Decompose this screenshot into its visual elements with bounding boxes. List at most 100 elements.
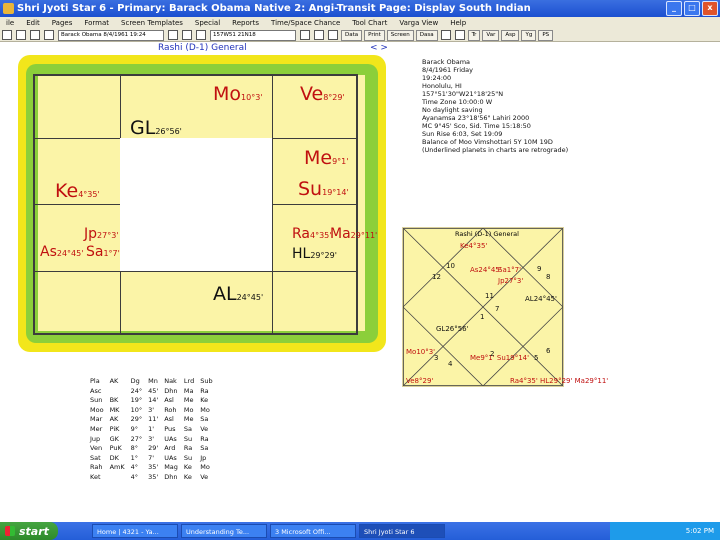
north-indian-chart[interactable] — [402, 227, 564, 387]
cell: Dhn — [164, 472, 178, 481]
menu-format[interactable]: Format — [84, 19, 109, 27]
small-planets-me-su: Me9°1' Su19°14' — [470, 354, 530, 362]
planet-mo: Mo10°3' — [213, 83, 263, 105]
cell: Ke — [183, 463, 192, 472]
table-row: Sat DK 1° 7' UAs Su Jp — [90, 454, 219, 464]
data-button[interactable]: Data — [341, 29, 363, 41]
grid-icon[interactable] — [328, 30, 338, 40]
maximize-button[interactable]: □ — [684, 1, 700, 16]
cell: Su — [183, 434, 193, 443]
start-button[interactable]: start — [0, 522, 58, 540]
app-icon — [3, 3, 14, 14]
menu-screen-templates[interactable]: Screen Templates — [121, 19, 183, 27]
house-number: 9 — [537, 265, 542, 273]
previous-icon[interactable] — [168, 30, 178, 40]
task-understanding[interactable]: Understanding Te... — [181, 524, 267, 538]
screen-button[interactable]: Screen — [386, 29, 414, 41]
dasa-button[interactable]: Dasa — [415, 29, 438, 41]
col-minute: Mn — [148, 377, 158, 385]
print-button[interactable]: Print — [364, 29, 385, 41]
menu-time-space[interactable]: Time/Space Chance — [271, 19, 340, 27]
cell: DK — [109, 453, 119, 462]
small-planet-sa: Sa1°7' — [498, 266, 522, 274]
copy-icon[interactable] — [44, 30, 54, 40]
small-planets-ra-hl-ma: Ra4°35' HL29°29' Ma29°11' — [510, 377, 609, 385]
yoga-button[interactable]: Yg — [521, 29, 537, 41]
cell: Mar — [90, 415, 103, 424]
task-list: Home | 4321 - Ya... Understanding Te... … — [92, 524, 448, 538]
dasa-balance: Balance of Moo Vimshottari 5Y 10M 19D — [422, 138, 553, 146]
planet-su: Su19°14' — [298, 178, 349, 200]
cell: Sun — [90, 396, 103, 405]
table-row: Mar AK 29° 11' Asl Me Sa — [90, 415, 219, 425]
open-chart-icon[interactable] — [16, 30, 26, 40]
start-label: start — [19, 524, 49, 538]
planet-details-table: Pla AK Dg Mn Nak Lrd Sub Asc 24° 45' Dhn Ma R… — [90, 377, 219, 483]
house-number: 6 — [546, 347, 551, 355]
cell: UAs — [164, 434, 177, 443]
task-browser[interactable]: Home | 4321 - Ya... — [92, 524, 178, 538]
menu-varga-view[interactable]: Varga View — [399, 19, 438, 27]
menu-edit[interactable]: Edit — [26, 19, 40, 27]
cell: AmK — [109, 463, 125, 472]
small-planet-jp: Jp27°3' — [498, 277, 524, 285]
task-office[interactable]: 3 Microsoft Offi... — [270, 524, 356, 538]
cell: 29° — [130, 415, 143, 424]
menu-pages[interactable]: Pages — [52, 19, 73, 27]
col-sub: Sub — [200, 377, 213, 385]
varga-button[interactable]: Var — [482, 29, 500, 41]
menu-reports[interactable]: Reports — [232, 19, 259, 27]
menu-special[interactable]: Special — [195, 19, 220, 27]
south-indian-chart[interactable] — [33, 74, 358, 335]
menu-help[interactable]: Help — [450, 19, 466, 27]
task-jyoti-star[interactable]: Shri Jyoti Star 6 — [359, 524, 445, 538]
save-chart-icon[interactable] — [30, 30, 40, 40]
system-tray-clock[interactable]: 5:02 PM — [610, 522, 720, 540]
ascendant-as: As24°45' — [40, 244, 84, 260]
native-data-field[interactable]: Barack Obama 8/4/1961 19:24 — [58, 29, 164, 41]
col-nakshatra: Nak — [164, 377, 177, 385]
wheel-icon[interactable] — [314, 30, 324, 40]
planet-me: Me9°1' — [304, 147, 349, 169]
cell: Asc — [90, 386, 102, 395]
menu-tool-chart[interactable]: Tool Chart — [352, 19, 387, 27]
cell: 19° — [130, 396, 143, 405]
planet-icon[interactable] — [454, 30, 465, 40]
new-chart-icon[interactable] — [2, 30, 12, 40]
cell: MK — [109, 405, 120, 414]
next-icon[interactable] — [182, 30, 192, 40]
chart-icon[interactable] — [300, 30, 310, 40]
small-planet-ve: Ve8°29' — [406, 377, 434, 385]
star-icon[interactable] — [440, 30, 451, 40]
table-header-row: Pla AK Dg Mn Nak Lrd Sub — [90, 377, 219, 387]
chart-nav-arrows[interactable]: < > — [370, 43, 388, 53]
cell: 8° — [130, 444, 138, 453]
special-hl: HL29°29' — [292, 246, 337, 262]
cell: 27° — [130, 434, 143, 443]
cell: 1' — [148, 424, 155, 433]
house-number: 4 — [448, 360, 453, 368]
small-chart-title: Rashi (D-1) General — [455, 230, 519, 238]
cell: Ven — [90, 444, 103, 453]
small-special-al: AL24°45' — [525, 295, 557, 303]
refresh-icon[interactable] — [196, 30, 206, 40]
col-degree: Dg — [130, 377, 140, 385]
cell: Moo — [90, 405, 104, 414]
menu-file[interactable]: ile — [6, 19, 14, 27]
cell: GK — [109, 434, 119, 443]
close-button[interactable]: x — [702, 1, 718, 16]
aspect-button[interactable]: Asp — [501, 29, 520, 41]
cell: Ra — [200, 386, 209, 395]
retrograde-note: (Underlined planets in charts are retrog… — [422, 146, 569, 154]
small-special-gl: GL26°56' — [436, 325, 469, 333]
table-row: Asc 24° 45' Dhn Ma Ra — [90, 387, 219, 397]
native-name: Barack Obama — [422, 58, 471, 66]
birth-coordinates: 157°51'30"W21°18'25"N — [422, 90, 504, 98]
coordinates-field[interactable]: 157W51 21N18 — [210, 29, 296, 41]
minimize-button[interactable]: _ — [666, 1, 682, 16]
ps-button[interactable]: PS — [538, 29, 554, 41]
transit-button[interactable]: Tr — [467, 29, 481, 41]
cell: 1° — [130, 453, 138, 462]
cell: 24° — [130, 386, 143, 395]
ayanamsa: Ayanamsa 23°18'56" Lahiri 2000 — [422, 114, 530, 122]
